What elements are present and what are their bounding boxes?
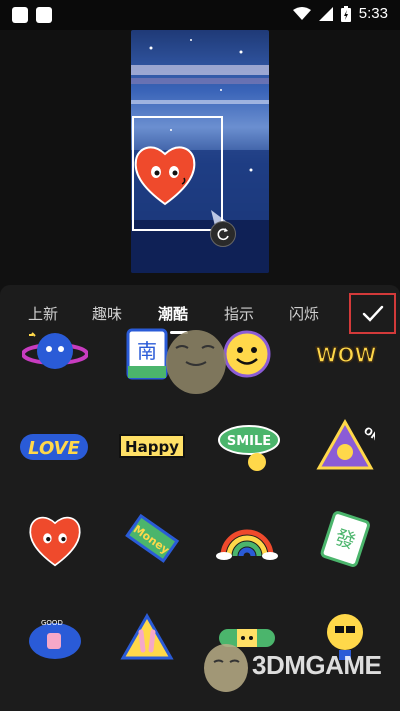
watermark-logo [204,644,248,692]
smile-sticker[interactable]: SMILE [213,411,285,481]
clock: 5:33 [358,5,388,22]
app-notification-icon [12,7,28,23]
battery-charging-icon [340,5,351,22]
app-notification-icon [36,7,52,23]
watermark: 3DMGAME [200,630,396,700]
money-sticker[interactable]: Money [116,505,186,575]
rotate-icon [217,228,229,241]
happy-sticker[interactable]: Happy [116,411,188,481]
rotate-handle[interactable] [210,221,236,247]
wow-sticker[interactable]: WOW [310,319,382,389]
mahjong-fa-sticker[interactable]: 發 [310,505,380,575]
svg-text:WOW: WOW [315,343,376,367]
video-preview-area [0,30,400,285]
status-bar: 5:33 [0,0,400,30]
rainbow-sticker[interactable] [212,505,282,575]
watermark-text: 3DMGAME [252,650,382,680]
watermark-mascot [166,330,226,394]
love-sticker[interactable]: LOVE [18,411,90,481]
signal-icon [318,6,333,21]
wifi-icon [292,6,311,20]
good-thumb-sticker[interactable]: GOOD [20,603,90,673]
peace-sign-sticker[interactable] [112,603,182,673]
planet-sticker[interactable] [20,319,90,389]
svg-text:南: 南 [137,339,157,363]
svg-text:SMILE: SMILE [227,434,271,449]
heart-sticker-on-video[interactable] [132,142,198,206]
svg-text:OK!: OK! [361,425,375,446]
ok-hand-sticker[interactable]: OK! [310,411,380,481]
svg-text:Happy: Happy [125,438,179,456]
svg-text:GOOD: GOOD [41,619,63,627]
heart-face-sticker[interactable] [20,505,90,575]
notification-icons [12,7,52,23]
svg-text:LOVE: LOVE [28,438,80,459]
